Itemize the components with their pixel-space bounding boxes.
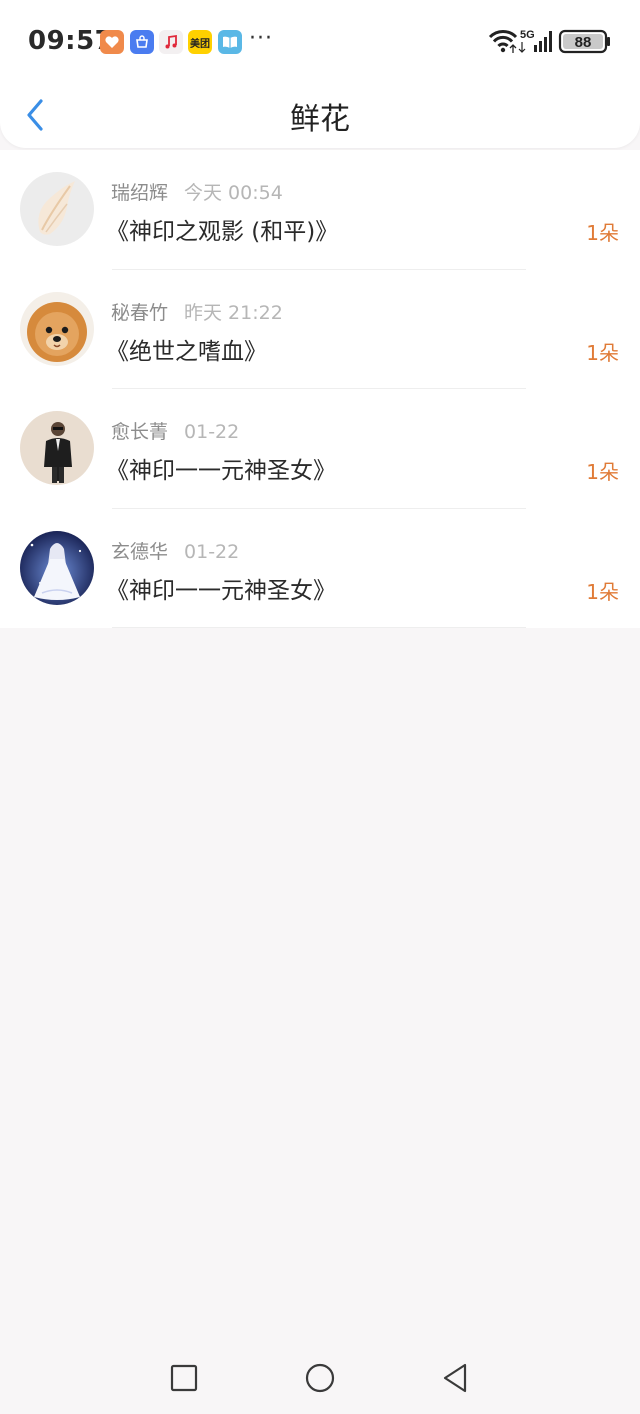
sender-name: 愈长菁: [111, 421, 169, 443]
book-title: 《绝世之嗜血》: [106, 338, 267, 365]
flower-count: 1朵: [586, 221, 619, 245]
sender-meta: 玄德华 01-22: [111, 537, 239, 564]
battery-icon: 88: [558, 29, 610, 54]
man-avatar[interactable]: [20, 411, 94, 485]
music-app-icon: [159, 30, 183, 54]
book-title: 《神印一一元神圣女》: [106, 577, 336, 604]
sender-name: 秘春竹: [111, 301, 169, 324]
system-nav-bar: [0, 1342, 640, 1414]
sender-meta: 瑞绍辉 今天 00:54: [111, 178, 283, 205]
circle-icon: [305, 1363, 335, 1393]
recent-apps-button[interactable]: [166, 1360, 202, 1396]
sender-name: 瑞绍辉: [111, 182, 169, 204]
sender-meta: 愈长菁 01-22: [111, 417, 239, 444]
network-type-label: 5G: [520, 29, 535, 41]
book-title: 《神印一一元神圣女》: [106, 458, 336, 484]
flower-count: 1朵: [586, 460, 619, 484]
list-item[interactable]: 愈长菁 01-22 《神印一一元神圣女》 1朵: [0, 389, 640, 509]
wifi-icon: [488, 30, 518, 53]
sender-meta: 秘春竹 昨天 21:22: [111, 298, 283, 325]
list-item[interactable]: 瑞绍辉 今天 00:54 《神印之观影 (和平)》 1朵: [0, 150, 640, 270]
sent-time: 01-22: [184, 421, 240, 443]
vivo-store-app-icon: [130, 30, 154, 54]
flower-list: 瑞绍辉 今天 00:54 《神印之观影 (和平)》 1朵 秘春竹 昨天 21:2…: [0, 150, 640, 628]
list-item[interactable]: 秘春竹 昨天 21:22 《绝世之嗜血》 1朵: [0, 270, 640, 389]
heart-app-icon: [100, 30, 124, 54]
system-status-icons: 5G 88: [488, 29, 610, 54]
flower-count: 1朵: [586, 579, 619, 604]
nav-back-button[interactable]: [438, 1360, 474, 1396]
square-icon: [170, 1364, 198, 1392]
divider: [112, 627, 526, 628]
puppy-avatar[interactable]: [20, 291, 94, 366]
more-notifications-icon: ···: [249, 26, 273, 51]
shell-avatar[interactable]: [20, 172, 94, 246]
page-title: 鲜花: [290, 102, 350, 137]
cellular-signal-icon: 5G: [518, 29, 552, 53]
flower-count: 1朵: [586, 340, 619, 365]
meituan-app-icon: 美团: [188, 30, 212, 54]
triangle-back-icon: [443, 1363, 467, 1393]
sent-time: 今天 00:54: [184, 182, 283, 204]
sender-name: 玄德华: [111, 540, 169, 563]
sent-time: 昨天 21:22: [184, 301, 283, 324]
home-button[interactable]: [302, 1360, 338, 1396]
list-item[interactable]: 玄德华 01-22 《神印一一元神圣女》 1朵: [0, 509, 640, 628]
screen: 09:57 美团 ··· 5G 88 鲜花 瑞绍辉 今天 00:54 《神印之观…: [0, 0, 640, 1414]
anime-girl-avatar[interactable]: [20, 530, 94, 605]
sent-time: 01-22: [184, 540, 240, 563]
battery-level: 88: [575, 34, 592, 51]
header: 09:57 美团 ··· 5G 88 鲜花: [0, 0, 640, 148]
book-app-icon: [218, 30, 242, 54]
book-title: 《神印之观影 (和平)》: [106, 219, 339, 245]
